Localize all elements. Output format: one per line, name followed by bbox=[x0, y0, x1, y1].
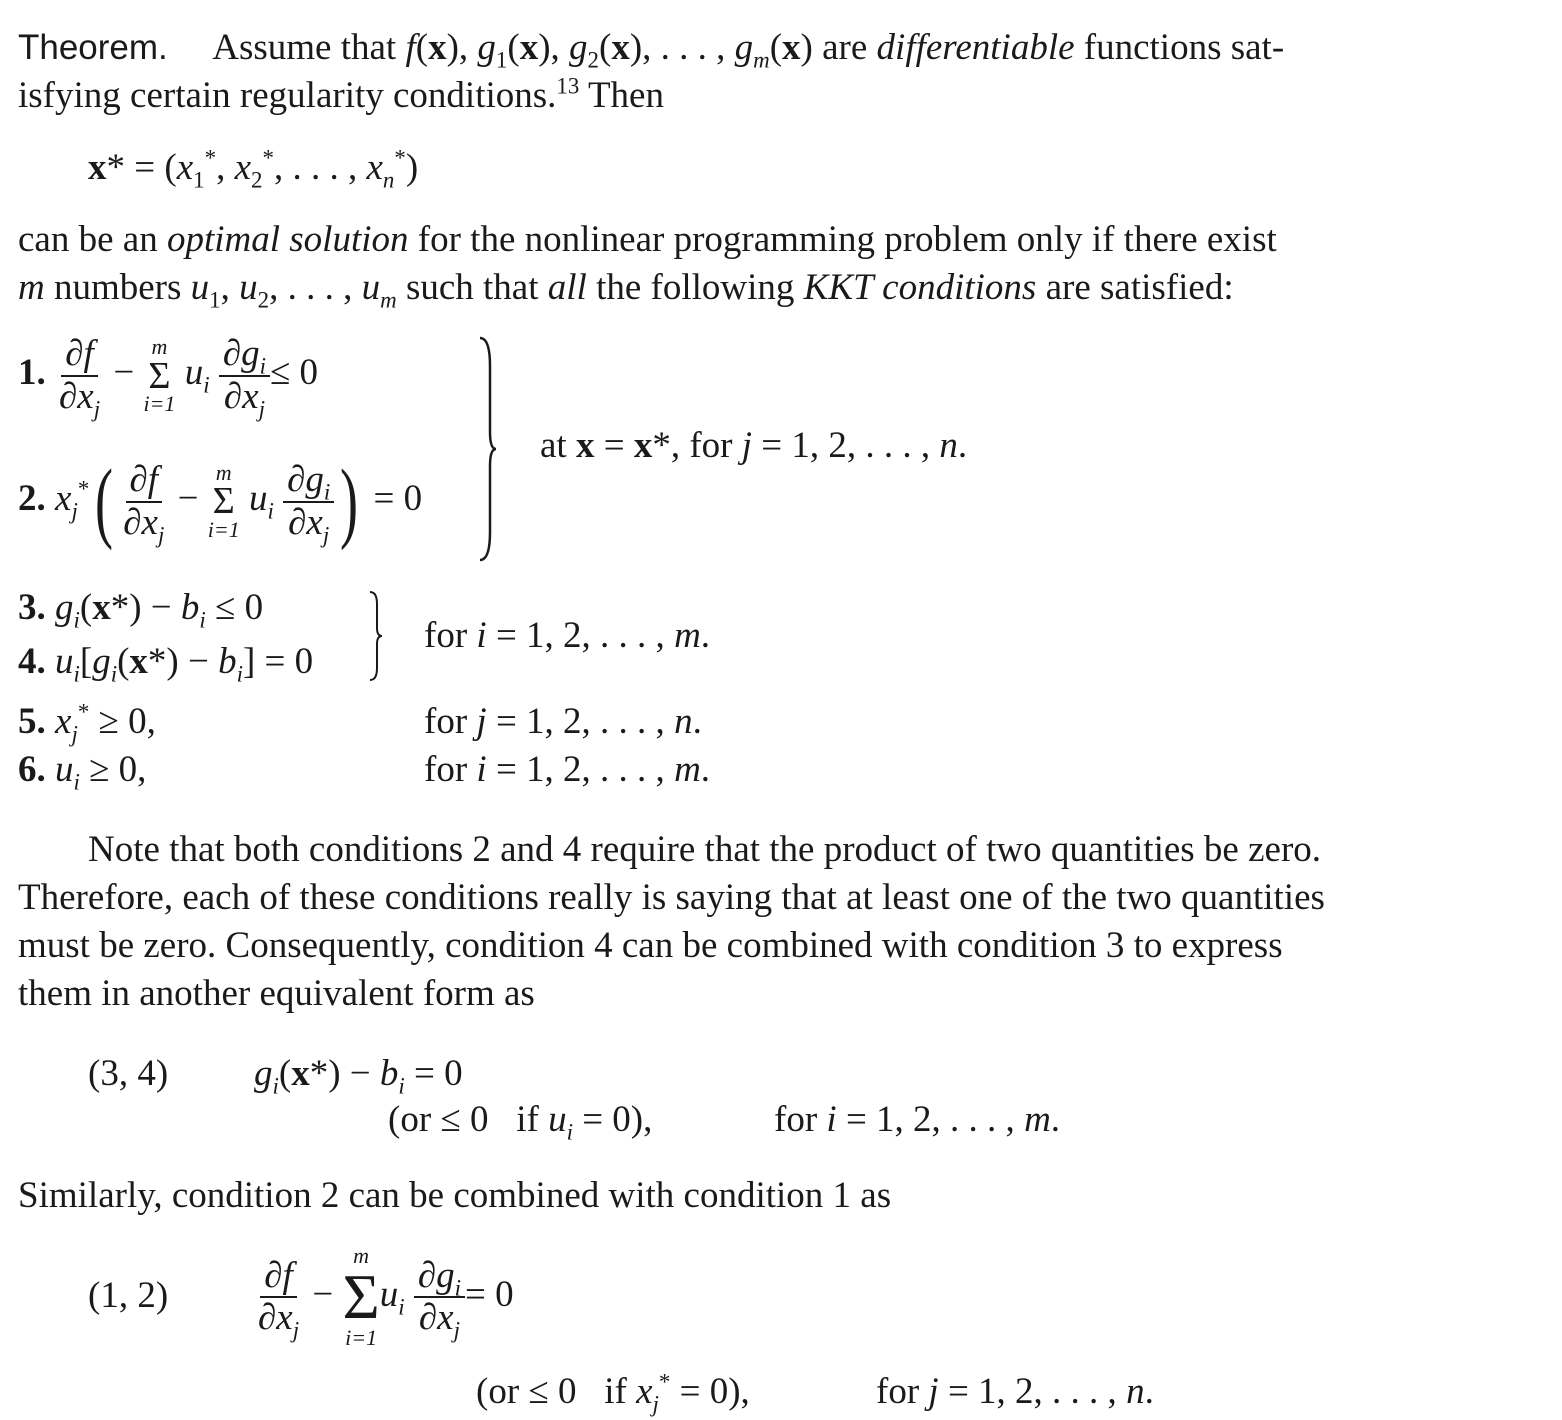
kkt-condition-6: 6. ui ≥ 0, bbox=[18, 749, 147, 795]
x-star-definition: x* = (x1*, x2*, . . . , xn*) bbox=[88, 145, 419, 193]
kkt-condition-4: 4. ui[gi(x*) − bi] = 0 bbox=[18, 641, 314, 687]
theorem-label: Theorem. bbox=[18, 28, 168, 67]
combined-1-2-equation: ∂f ∂xj − m Σi=1 ui ∂gi ∂xj = 0 bbox=[258, 1243, 514, 1350]
note-line-1: Note that both conditions 2 and 4 requir… bbox=[88, 829, 1322, 870]
kkt-condition-1: 1. ∂f ∂xj − m Σi=1 ui ∂gi ∂xj ≤ 0 bbox=[18, 333, 319, 422]
theorem-intro-line2: isfying certain regularity conditions.13… bbox=[18, 73, 664, 116]
combined-1-2-range: for j = 1, 2, . . . , n. bbox=[876, 1371, 1154, 1412]
kkt-condition-2: 2. xj*(∂f ∂xj − m Σi=1 ui ∂gi ∂xj) = 0 bbox=[18, 452, 423, 551]
combined-1-2-label: (1, 2) bbox=[88, 1275, 169, 1316]
note-line-4: them in another equivalent form as bbox=[18, 973, 535, 1014]
emphasis-differentiable: differentiable bbox=[876, 27, 1075, 68]
right-brace-icon bbox=[369, 591, 383, 681]
note-line-3: must be zero. Consequently, condition 4 … bbox=[18, 925, 1283, 966]
combined-1-2-alternative: (or ≤ 0 if xj* = 0), bbox=[476, 1369, 750, 1417]
footnote-marker[interactable]: 13 bbox=[556, 74, 579, 99]
note-line-2: Therefore, each of these conditions real… bbox=[18, 877, 1325, 918]
para2-line2: m numbers u1, u2, . . . , um such that a… bbox=[18, 267, 1234, 313]
combined-3-4-equation: gi(x*) − bi = 0 bbox=[254, 1053, 463, 1099]
combined-3-4-alternative: (or ≤ 0 if ui = 0), bbox=[388, 1099, 653, 1145]
qualifier-conditions-3-4: for i = 1, 2, . . . , m. bbox=[424, 615, 711, 656]
right-brace-icon bbox=[479, 336, 497, 562]
kkt-condition-3: 3. gi(x*) − bi ≤ 0 bbox=[18, 587, 264, 633]
qualifier-condition-6: for i = 1, 2, . . . , m. bbox=[424, 749, 711, 790]
qualifier-condition-5: for j = 1, 2, . . . , n. bbox=[424, 701, 702, 742]
qualifier-conditions-1-2: at x = x*, for j = 1, 2, . . . , n. bbox=[540, 425, 968, 466]
combined-3-4-label: (3, 4) bbox=[88, 1053, 169, 1094]
kkt-condition-5: 5. xj* ≥ 0, bbox=[18, 699, 156, 747]
similarly-line: Similarly, condition 2 can be combined w… bbox=[18, 1175, 892, 1216]
para2-line1: can be an optimal solution for the nonli… bbox=[18, 219, 1277, 260]
combined-3-4-range: for i = 1, 2, . . . , m. bbox=[774, 1099, 1061, 1140]
theorem-intro-line1: Theorem. Assume that f(x), g1(x), g2(x),… bbox=[18, 27, 1285, 73]
